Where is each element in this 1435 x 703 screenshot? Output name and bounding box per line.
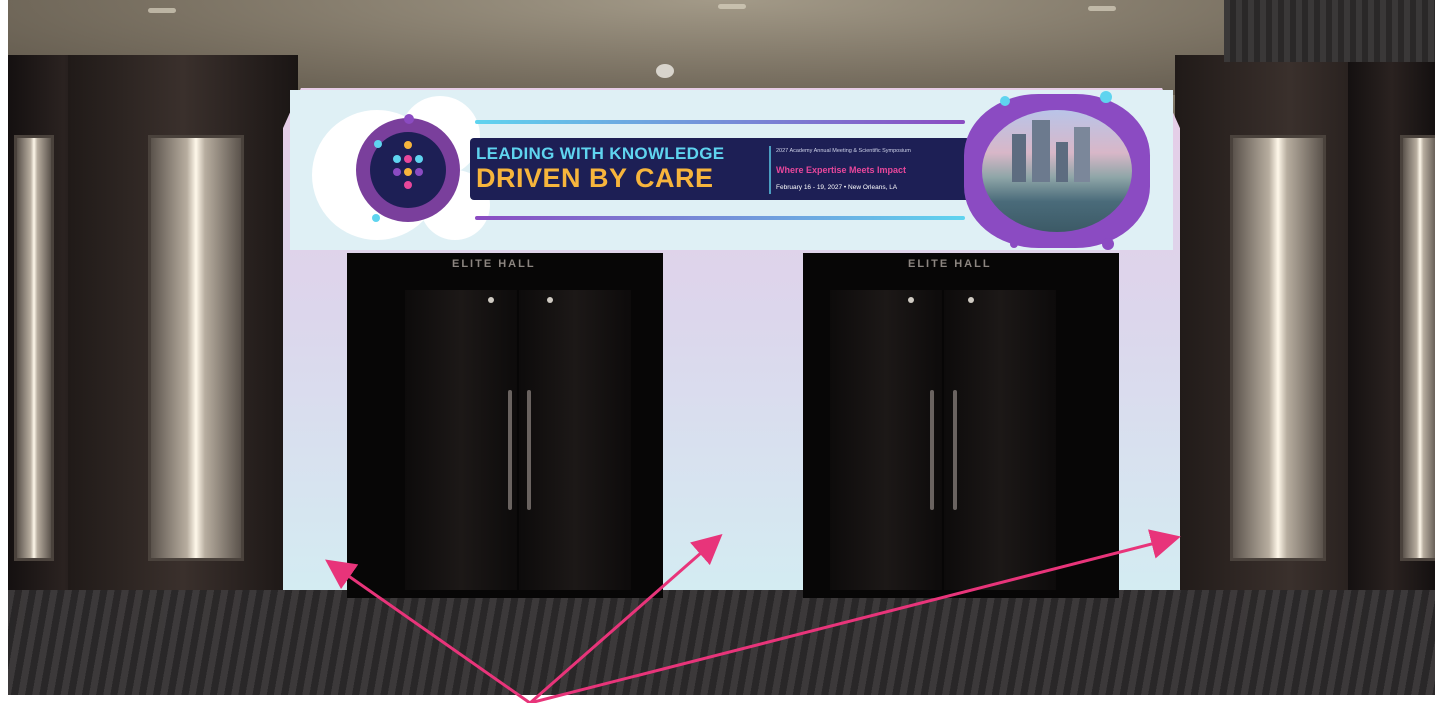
venue-mockup: LEADING WITH KNOWLEDGE DRIVEN BY CARE 20… [0,0,1435,703]
annotation-arrows [325,529,1181,703]
arrow-left-panel [325,559,531,703]
arrow-right-panel [529,529,1181,703]
